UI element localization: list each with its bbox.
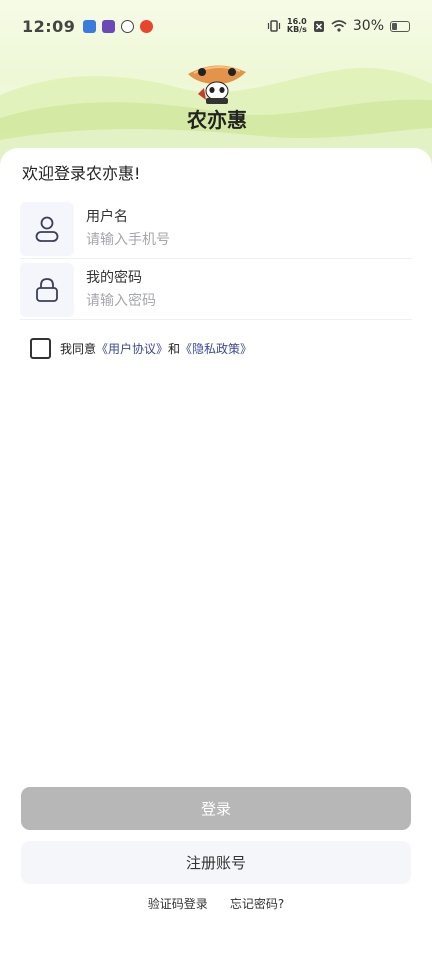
username-input[interactable] [86,228,386,252]
baidu-map-icon [83,19,97,33]
battery-icon [390,20,410,32]
wifi-icon [331,20,347,32]
agreement-checkbox[interactable] [30,338,51,359]
agree-prefix: 我同意 [60,342,97,356]
status-time: 12:09 [22,16,76,36]
sms-login-link[interactable]: 验证码登录 [148,895,208,912]
agreement-row: 我同意 《用户协议》 和 《隐私政策》 [30,338,252,359]
username-icon-box [20,202,74,256]
status-bar: 12:09 16.0 KB/s 30% [0,0,432,52]
login-button[interactable]: 登录 [21,787,411,830]
register-button[interactable]: 注册账号 [21,841,411,884]
password-icon-box [20,263,74,317]
password-input[interactable] [86,289,386,313]
weibo-icon [140,19,154,33]
sim-off-icon [313,20,324,32]
link-app-icon [121,19,135,33]
password-label: 我的密码 [86,270,142,286]
net-speed: 16.0 KB/s [287,18,307,34]
privacy-policy-link[interactable]: 《隐私政策》 [180,340,252,357]
panda-hat-logo-icon [188,65,246,104]
agree-and: 和 [168,342,181,356]
brand-name: 农亦惠 [187,108,247,132]
brand-logo: 农亦惠 [184,58,250,132]
status-indicators: 16.0 KB/s 30% [267,18,410,34]
anime-app-icon [102,19,116,33]
user-agreement-link[interactable]: 《用户协议》 [96,340,168,357]
username-field[interactable]: 用户名 [20,202,412,259]
user-icon [35,216,59,242]
vibrate-icon [267,20,280,32]
username-label: 用户名 [86,209,128,225]
bottom-links: 验证码登录 忘记密码? [0,895,432,912]
battery-fill [392,22,398,30]
battery-percent: 30% [352,18,384,34]
welcome-title: 欢迎登录农亦惠! [22,164,141,183]
forgot-password-link[interactable]: 忘记密码? [230,895,284,912]
password-field[interactable]: 我的密码 [20,263,412,320]
net-speed-unit: KB/s [286,25,307,34]
lock-icon [36,278,58,302]
